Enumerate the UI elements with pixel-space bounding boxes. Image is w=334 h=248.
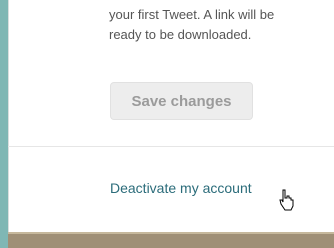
download-info-text: your first Tweet. A link will be ready t… (109, 5, 334, 45)
pointer-cursor-icon (279, 189, 294, 211)
left-frame (0, 0, 8, 248)
bottom-line (8, 232, 334, 234)
deactivate-account-link[interactable]: Deactivate my account (110, 180, 252, 196)
section-divider (8, 146, 334, 147)
bottom-strip (8, 232, 334, 248)
download-info-line-1: your first Tweet. A link will be (109, 7, 275, 22)
download-info-line-2: ready to be downloaded. (109, 27, 252, 42)
save-changes-button[interactable]: Save changes (110, 82, 253, 120)
